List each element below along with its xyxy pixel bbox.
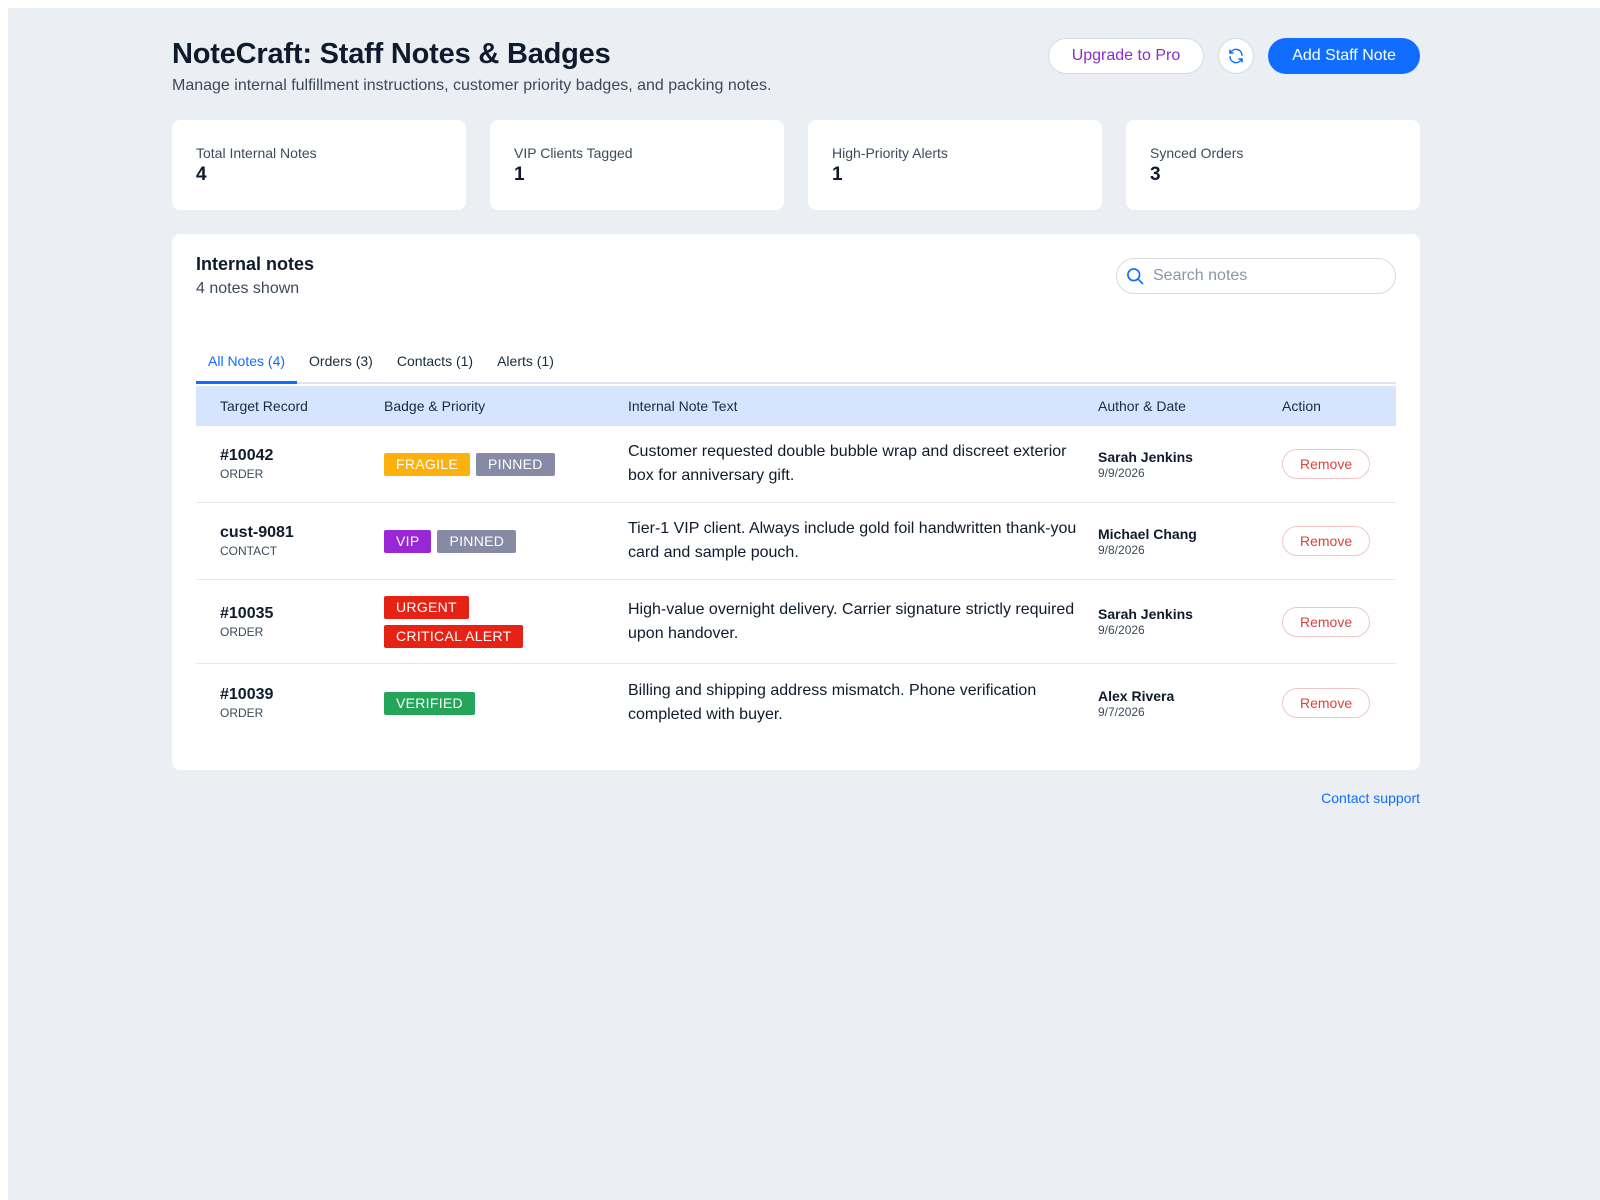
- stat-label: Total Internal Notes: [196, 145, 317, 161]
- search-icon: [1127, 268, 1144, 285]
- internal-notes-panel: Internal notes 4 notes shown All Notes (…: [172, 234, 1420, 770]
- tab-all-notes[interactable]: All Notes (4): [196, 346, 298, 384]
- page-header: NoteCraft: Staff Notes & Badges Manage i…: [172, 8, 1420, 120]
- record-type: ORDER: [220, 467, 264, 481]
- remove-button[interactable]: Remove: [1282, 688, 1371, 718]
- author-name: Alex Rivera: [1098, 687, 1175, 704]
- column-header: Badge & Priority: [384, 398, 486, 414]
- badge-fragile: FRAGILE: [384, 452, 471, 476]
- action-cell: Remove: [1282, 526, 1394, 556]
- stat-card-high-priority-alerts: High-Priority Alerts 1: [808, 120, 1102, 210]
- remove-button[interactable]: Remove: [1282, 606, 1371, 637]
- page: NoteCraft: Staff Notes & Badges Manage i…: [172, 8, 1420, 806]
- author-date: Alex Rivera 9/7/2026: [1098, 688, 1282, 719]
- author-date: Michael Chang 9/8/2026: [1098, 526, 1282, 557]
- stat-card-total-notes: Total Internal Notes 4: [172, 120, 466, 210]
- badge-cell: VERIFIED: [384, 691, 628, 715]
- stat-label: Synced Orders: [1150, 145, 1244, 161]
- search-input[interactable]: [1153, 267, 1373, 285]
- stat-value: 1: [514, 164, 525, 185]
- record-id[interactable]: #10042: [220, 447, 384, 465]
- author-name: Sarah Jenkins: [1098, 606, 1193, 622]
- tab-contacts[interactable]: Contacts (1): [385, 346, 485, 384]
- record-type: ORDER: [220, 706, 264, 720]
- record-id[interactable]: #10035: [220, 605, 384, 623]
- target-record: #10035 ORDER: [196, 605, 384, 639]
- add-staff-note-button[interactable]: Add Staff Note: [1268, 38, 1420, 74]
- column-header: Action: [1282, 398, 1321, 414]
- target-record: cust-9081 CONTACT: [196, 524, 384, 558]
- note-text: High-value overnight delivery. Carrier s…: [628, 600, 1075, 642]
- target-record: #10039 ORDER: [196, 686, 384, 720]
- table-row: #10042 ORDER FRAGILE PINNED Customer req…: [196, 426, 1396, 503]
- stats-row: Total Internal Notes 4 VIP Clients Tagge…: [172, 120, 1420, 210]
- badge-urgent: URGENT: [384, 595, 469, 619]
- note-date: 9/8/2026: [1098, 542, 1145, 557]
- badge-pinned: PINNED: [476, 452, 555, 476]
- table-row: #10039 ORDER VERIFIED Billing and shippi…: [196, 664, 1396, 742]
- action-cell: Remove: [1282, 688, 1394, 718]
- badge-vip: VIP: [384, 529, 432, 553]
- note-date: 9/9/2026: [1098, 465, 1145, 480]
- note-date: 9/7/2026: [1098, 704, 1145, 719]
- stat-label: High-Priority Alerts: [832, 145, 948, 161]
- stat-value: 3: [1150, 164, 1161, 185]
- notes-table: Target Record Badge & Priority Internal …: [196, 386, 1396, 742]
- author-date: Sarah Jenkins 9/6/2026: [1098, 606, 1282, 637]
- column-header: Target Record: [220, 398, 308, 414]
- note-text: Billing and shipping address mismatch. P…: [628, 682, 1037, 723]
- note-text: Customer requested double bubble wrap an…: [628, 443, 1067, 484]
- page-subtitle: Manage internal fulfillment instructions…: [172, 77, 772, 94]
- panel-title: Internal notes: [196, 254, 315, 274]
- author-name: Michael Chang: [1098, 525, 1197, 542]
- record-id[interactable]: cust-9081: [220, 524, 384, 542]
- column-header: Author & Date: [1098, 398, 1186, 414]
- table-header: Target Record Badge & Priority Internal …: [196, 386, 1396, 426]
- badge-cell: URGENT CRITICAL ALERT: [384, 595, 628, 648]
- badge-critical-alert: CRITICAL ALERT: [384, 624, 524, 648]
- record-id[interactable]: #10039: [220, 686, 384, 704]
- stat-label: VIP Clients Tagged: [514, 145, 633, 161]
- column-header: Internal Note Text: [628, 398, 738, 414]
- search-box[interactable]: [1116, 258, 1396, 294]
- contact-support-link[interactable]: Contact support: [1321, 790, 1420, 806]
- target-record: #10042 ORDER: [196, 447, 384, 481]
- badge-cell: VIP PINNED: [384, 529, 628, 553]
- record-type: CONTACT: [220, 544, 278, 558]
- action-cell: Remove: [1282, 606, 1394, 637]
- remove-button[interactable]: Remove: [1282, 526, 1371, 556]
- notes-tabs: All Notes (4) Orders (3) Contacts (1) Al…: [196, 346, 1396, 384]
- badge-cell: FRAGILE PINNED: [384, 452, 628, 476]
- tab-alerts[interactable]: Alerts (1): [485, 346, 566, 384]
- stat-card-vip-clients: VIP Clients Tagged 1: [490, 120, 784, 210]
- table-row: #10035 ORDER URGENT CRITICAL ALERT High-…: [196, 580, 1396, 664]
- stat-card-synced-orders: Synced Orders 3: [1126, 120, 1420, 210]
- page-title: NoteCraft: Staff Notes & Badges: [172, 38, 611, 70]
- notes-count: 4 notes shown: [196, 280, 300, 297]
- note-text: Tier-1 VIP client. Always include gold f…: [628, 520, 1077, 561]
- action-cell: Remove: [1282, 449, 1394, 479]
- remove-button[interactable]: Remove: [1282, 449, 1371, 479]
- stat-value: 4: [196, 164, 207, 185]
- refresh-button[interactable]: [1218, 38, 1255, 74]
- table-row: cust-9081 CONTACT VIP PINNED Tier-1 VIP …: [196, 503, 1396, 580]
- author-name: Sarah Jenkins: [1098, 448, 1193, 465]
- author-date: Sarah Jenkins 9/9/2026: [1098, 449, 1282, 480]
- badge-pinned: PINNED: [437, 529, 517, 553]
- record-type: ORDER: [220, 624, 264, 639]
- upgrade-to-pro-button[interactable]: Upgrade to Pro: [1047, 38, 1205, 74]
- tab-orders[interactable]: Orders (3): [297, 346, 385, 384]
- refresh-icon: [1229, 48, 1243, 64]
- app-canvas: NoteCraft: Staff Notes & Badges Manage i…: [8, 8, 1600, 1200]
- header-actions: Upgrade to Pro Add Staff Note: [1047, 38, 1420, 74]
- stat-value: 1: [832, 164, 843, 185]
- badge-verified: VERIFIED: [384, 691, 475, 715]
- note-date: 9/6/2026: [1098, 623, 1145, 637]
